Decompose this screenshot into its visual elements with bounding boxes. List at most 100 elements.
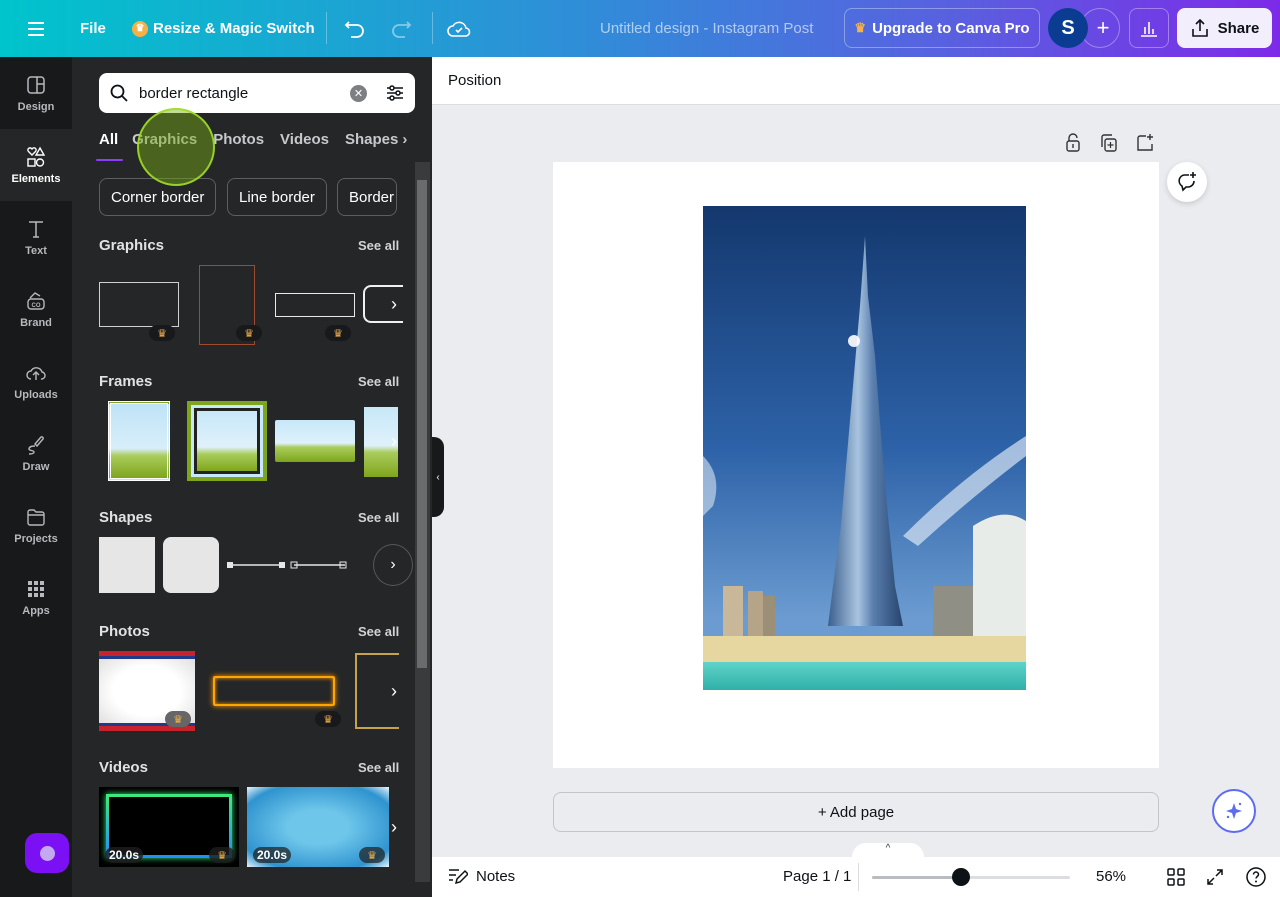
chip-line-border[interactable]: Line border [227, 178, 327, 216]
rail-item-design[interactable]: Design [0, 57, 72, 129]
divider [326, 12, 327, 44]
save-status-button[interactable] [447, 0, 471, 57]
search-input[interactable]: border rectangle [139, 85, 350, 102]
resize-label: Resize & Magic Switch [153, 20, 315, 37]
square-shape-thumb[interactable] [99, 537, 155, 593]
frame-thumb[interactable] [108, 401, 170, 481]
position-button[interactable]: Position [448, 72, 501, 89]
crown-icon: ♛ [236, 325, 262, 341]
rail-item-draw[interactable]: Draw [0, 417, 72, 489]
hamburger-icon [28, 21, 44, 36]
photo-image [703, 206, 1026, 690]
see-all-shapes[interactable]: See all [358, 510, 399, 525]
divider [858, 863, 859, 891]
shapes-icon [27, 146, 46, 167]
lock-icon[interactable] [1063, 133, 1083, 153]
see-all-frames[interactable]: See all [358, 374, 399, 389]
rail-item-label: Elements [11, 172, 61, 185]
see-all-graphics[interactable]: See all [358, 238, 399, 253]
tabs-next-arrow[interactable]: › [402, 131, 407, 161]
add-page-button[interactable]: + Add page [553, 792, 1159, 832]
video-thumb[interactable]: 20.0s ♛ [247, 787, 389, 867]
rail-item-apps[interactable]: Apps [0, 561, 72, 633]
notes-label: Notes [476, 867, 516, 885]
divider [432, 12, 433, 44]
share-button[interactable]: Share [1177, 8, 1272, 48]
share-label: Share [1217, 19, 1260, 37]
top-bar: File ♛ Resize & Magic Switch Untitled de… [0, 0, 1280, 57]
rail-item-uploads[interactable]: Uploads [0, 345, 72, 417]
rail-item-label: Projects [14, 532, 58, 545]
duplicate-page-icon[interactable] [1099, 133, 1119, 153]
rail-item-label: Uploads [14, 388, 58, 401]
rounded-square-shape-thumb[interactable] [163, 537, 219, 593]
search-icon [110, 84, 128, 102]
line-shape-thumb[interactable] [227, 557, 347, 573]
section-title-shapes: Shapes [99, 509, 153, 526]
photo-thumb[interactable] [213, 676, 335, 706]
avatar[interactable]: S [1048, 8, 1088, 48]
insights-button[interactable] [1129, 8, 1169, 48]
rail-item-text[interactable]: Text [0, 201, 72, 273]
side-rail: Design Elements Text CO Brand Uploads Dr… [0, 57, 72, 897]
rail-item-elements[interactable]: Elements [0, 129, 72, 201]
graphic-thumb[interactable] [99, 282, 179, 327]
video-duration: 20.0s [253, 847, 292, 863]
rail-item-brand[interactable]: CO Brand [0, 273, 72, 345]
zoom-percentage[interactable]: 56% [1096, 868, 1126, 885]
tab-videos[interactable]: Videos [280, 131, 329, 161]
clear-search-button[interactable]: ✕ [350, 84, 367, 102]
undo-icon [344, 20, 364, 38]
panel-scrollbar[interactable] [415, 162, 430, 882]
main-menu-button[interactable] [26, 0, 46, 57]
scroll-right-arrow[interactable]: › [380, 805, 408, 849]
tab-shapes[interactable]: Shapes [345, 131, 398, 161]
filter-sliders-icon[interactable] [385, 83, 405, 103]
frame-thumb[interactable] [187, 401, 267, 481]
text-icon [29, 220, 43, 238]
resize-button[interactable]: ♛ Resize & Magic Switch [132, 0, 315, 57]
scroll-right-arrow[interactable]: › [380, 669, 408, 713]
zoom-slider-handle[interactable] [952, 868, 971, 886]
video-duration: 20.0s [105, 847, 144, 863]
tab-all[interactable]: All [95, 131, 124, 161]
search-field[interactable]: border rectangle ✕ [99, 73, 415, 113]
page-indicator[interactable]: Page 1 / 1 [783, 868, 851, 885]
upgrade-label: Upgrade to Canva Pro [872, 19, 1030, 37]
scroll-right-arrow[interactable]: › [380, 282, 408, 326]
burj-khalifa-photo[interactable] [703, 206, 1026, 690]
collapse-panel-button[interactable]: ‹ [432, 437, 444, 517]
section-title-videos: Videos [99, 759, 148, 776]
scroll-right-arrow[interactable]: › [373, 544, 413, 586]
see-all-photos[interactable]: See all [358, 624, 399, 639]
context-toolbar: Position [432, 57, 1280, 105]
rail-item-projects[interactable]: Projects [0, 489, 72, 561]
grid-view-icon[interactable] [1167, 868, 1185, 886]
graphic-thumb[interactable] [275, 293, 355, 317]
scroll-right-arrow[interactable]: › [380, 419, 408, 463]
chip-border[interactable]: Border [337, 178, 397, 216]
scrollbar-thumb[interactable] [417, 180, 427, 668]
rail-item-label: Draw [22, 460, 50, 473]
notes-button[interactable]: Notes [448, 867, 515, 885]
file-menu-button[interactable]: File [80, 0, 106, 57]
add-page-icon[interactable] [1135, 133, 1155, 153]
tab-photos[interactable]: Photos [213, 131, 264, 161]
magic-media-button[interactable] [25, 833, 69, 873]
show-pages-toggle[interactable]: ^ [852, 843, 924, 859]
add-comment-button[interactable] [1167, 162, 1207, 202]
fullscreen-icon[interactable] [1206, 868, 1224, 886]
see-all-videos[interactable]: See all [358, 760, 399, 775]
crown-icon: ♛ [359, 847, 385, 863]
zoom-slider-fill [872, 876, 962, 879]
document-title[interactable]: Untitled design - Instagram Post [600, 0, 813, 57]
upgrade-button[interactable]: ♛ Upgrade to Canva Pro [844, 8, 1040, 48]
zoom-slider[interactable] [872, 868, 1070, 886]
undo-button[interactable] [344, 0, 366, 57]
chip-corner-border[interactable]: Corner border [99, 178, 217, 216]
video-thumb[interactable]: 20.0s ♛ [99, 787, 239, 867]
redo-button[interactable] [390, 0, 412, 57]
frame-thumb[interactable] [275, 420, 355, 462]
help-icon[interactable] [1245, 866, 1267, 888]
magic-assistant-button[interactable] [1212, 789, 1256, 833]
